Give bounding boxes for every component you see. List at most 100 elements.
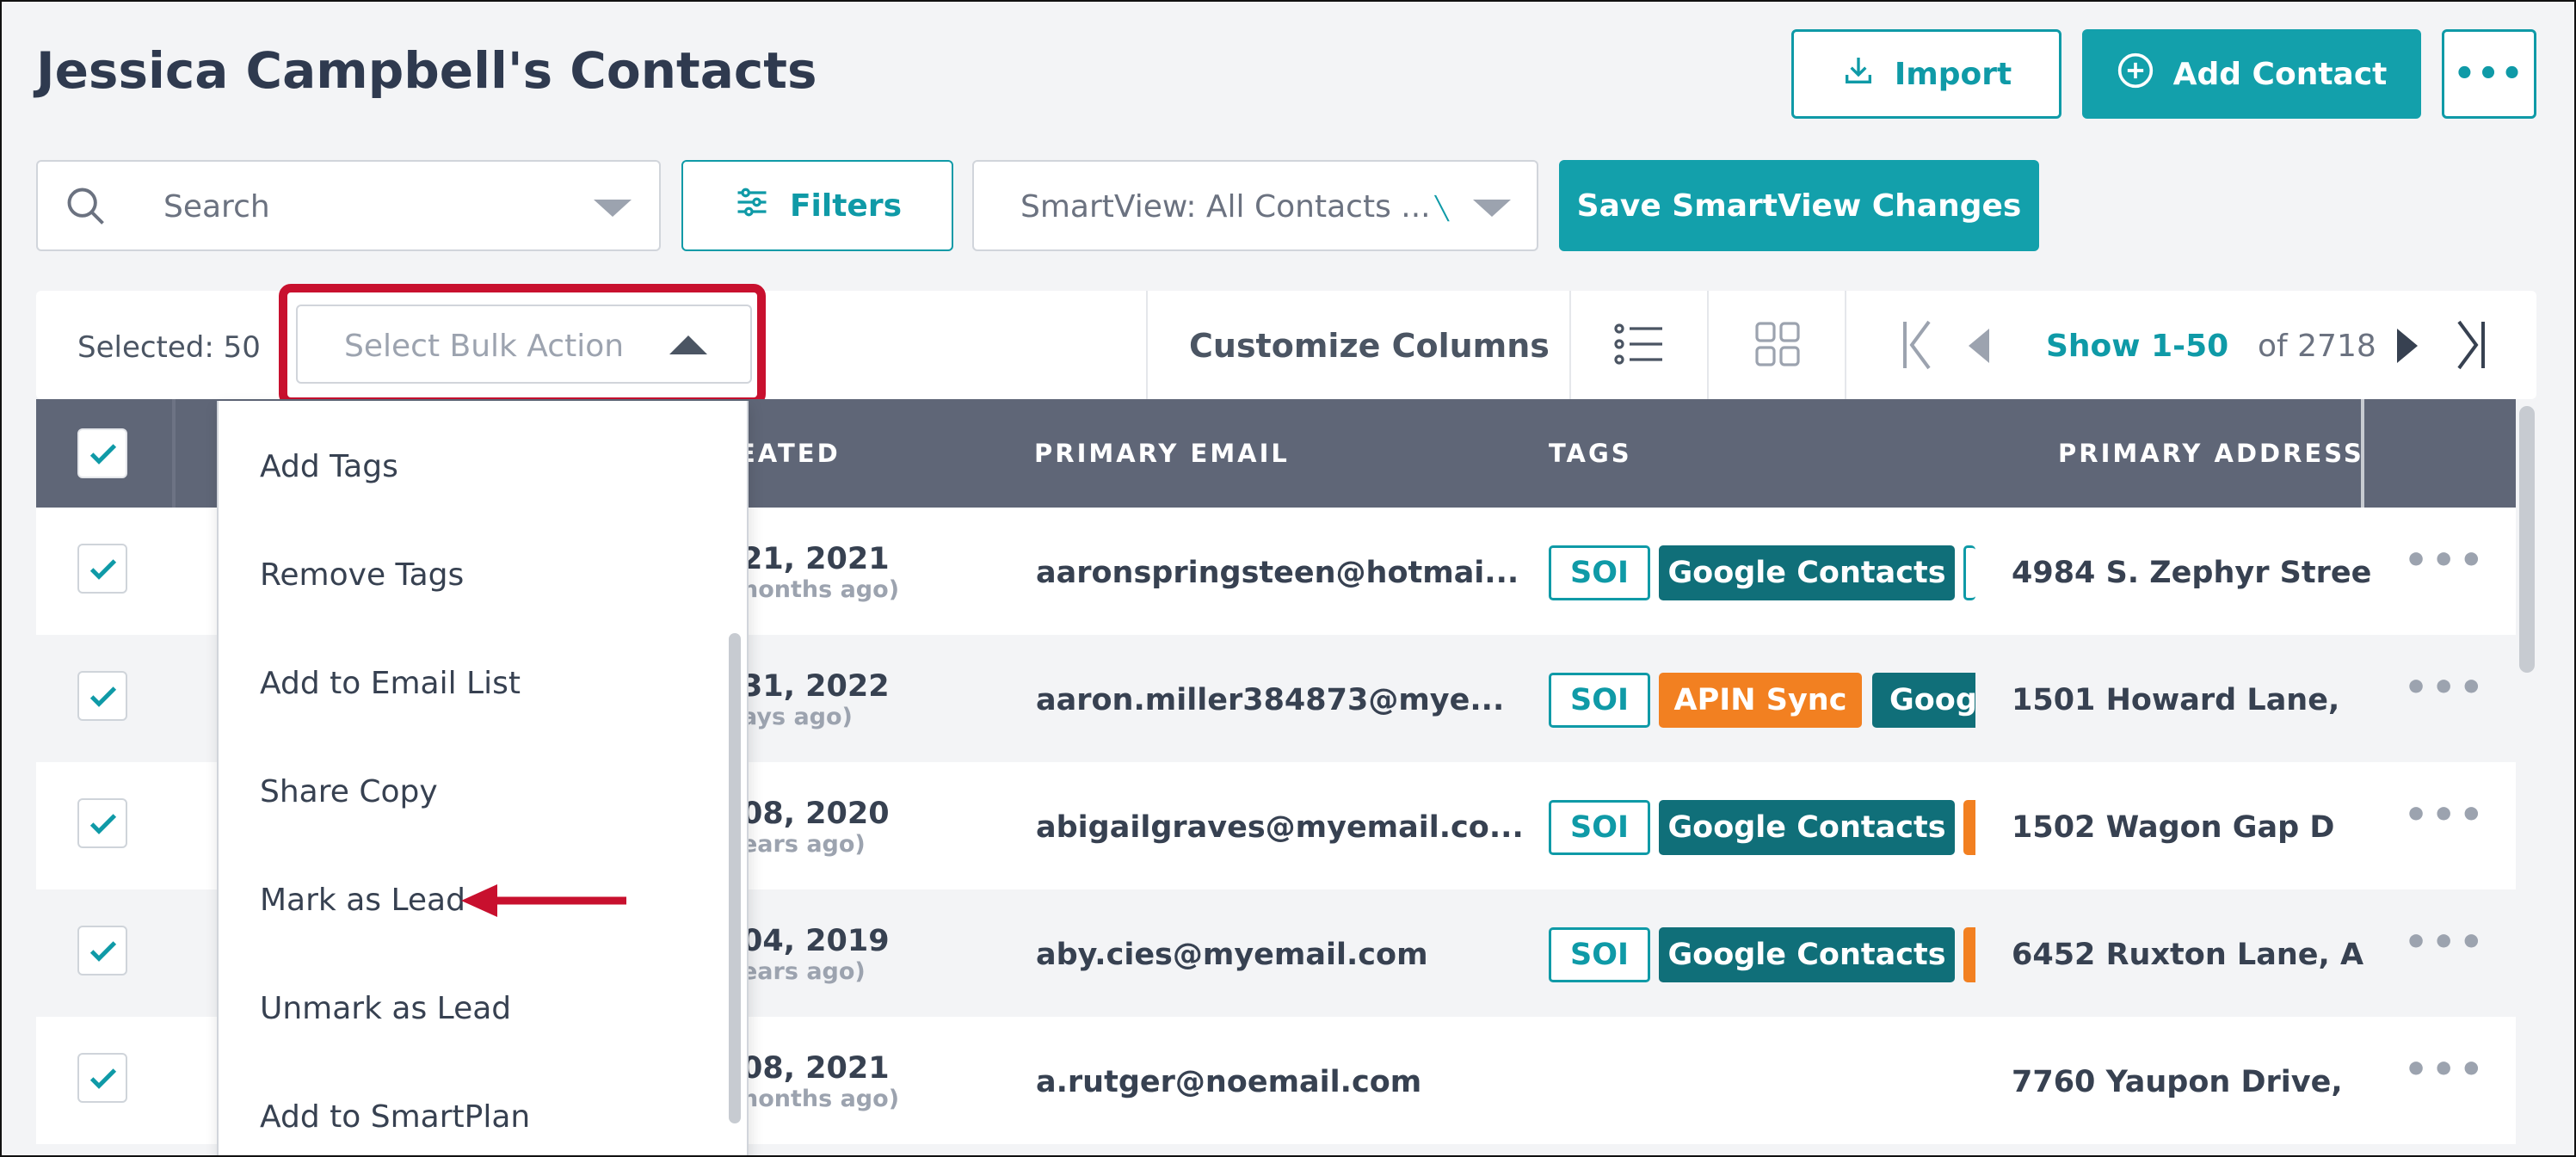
search-box[interactable]: Search: [36, 160, 661, 251]
add-contact-button[interactable]: Add Contact: [2082, 29, 2421, 119]
smartview-select[interactable]: SmartView: All Contacts ... ╲: [972, 160, 1538, 251]
created-date: 31, 2022: [742, 669, 890, 704]
menu-item-add-to-smartplan[interactable]: Add to SmartPlan: [260, 1099, 530, 1135]
created-ago: ears ago): [742, 958, 866, 985]
toolbar-divider: [1707, 291, 1709, 399]
created-ago: nonths ago): [742, 1086, 900, 1112]
menu-item-share-copy[interactable]: Share Copy: [260, 774, 438, 809]
menu-item-unmark-as-lead[interactable]: Unmark as Lead: [260, 991, 511, 1026]
chevron-down-icon[interactable]: [594, 200, 632, 217]
address-cell: 1502 Wagon Gap D: [2012, 810, 2335, 845]
row-checkbox[interactable]: [77, 1053, 127, 1103]
address-cell: 6452 Ruxton Lane, A: [2012, 938, 2364, 972]
created-date: 04, 2019: [742, 924, 890, 958]
bulk-action-menu: Add Tags Remove Tags Add to Email List S…: [217, 401, 749, 1155]
tag-badge: Goog: [1872, 673, 1975, 728]
toolbar-divider: [1569, 291, 1571, 399]
address-cell-clip: 6452 Ruxton Lane, A: [2012, 915, 2392, 993]
check-icon: [89, 814, 117, 834]
bulk-action-highlight: [279, 284, 766, 406]
tag-badge: SOI: [1549, 673, 1650, 728]
check-icon: [89, 444, 117, 465]
tag-badge: [1963, 800, 1975, 855]
tag-badge: SOI: [1549, 545, 1650, 600]
prev-page-icon[interactable]: [1969, 329, 1989, 363]
list-view-icon[interactable]: [1614, 322, 1664, 370]
row-more-icon[interactable]: •••: [2404, 793, 2487, 837]
email-cell[interactable]: abigailgraves@myemail.co...: [1036, 810, 1524, 845]
menu-item-add-to-email-list[interactable]: Add to Email List: [260, 666, 521, 701]
header-divider: [172, 399, 176, 508]
more-icon: •••: [2453, 54, 2525, 94]
filters-label: Filters: [789, 188, 903, 224]
header-tags[interactable]: TAGS: [1549, 439, 1632, 468]
next-page-icon[interactable]: [2397, 329, 2418, 363]
pager-show: Show 1-50: [2046, 329, 2229, 364]
more-options-button[interactable]: •••: [2442, 29, 2536, 119]
tag-badge: APIN Sync: [1659, 673, 1862, 728]
app-window: Jessica Campbell's Contacts Import Add C…: [0, 0, 2576, 1157]
loading-tick-icon: ╲: [1435, 196, 1449, 222]
created-ago: ears ago): [742, 831, 866, 858]
row-more-icon[interactable]: •••: [2404, 920, 2487, 964]
filters-button[interactable]: Filters: [681, 160, 953, 251]
row-more-icon[interactable]: •••: [2404, 1048, 2487, 1092]
last-page-icon[interactable]: [2454, 318, 2488, 375]
check-icon: [89, 941, 117, 962]
row-more-icon[interactable]: •••: [2404, 666, 2487, 710]
email-cell[interactable]: a.rutger@noemail.com: [1036, 1065, 1421, 1099]
customize-columns-button[interactable]: Customize Columns: [1189, 327, 1550, 365]
search-icon: [64, 184, 108, 232]
created-date: 08, 2021: [742, 1051, 890, 1086]
toolbar-divider: [1845, 291, 1846, 399]
import-label: Import: [1894, 56, 2012, 92]
tag-badge: Google Contacts: [1659, 545, 1955, 600]
search-placeholder: Search: [163, 189, 270, 225]
add-contact-label: Add Contact: [2172, 56, 2388, 92]
address-cell-clip: 4984 S. Zephyr Stree: [2012, 533, 2392, 611]
save-smartview-button[interactable]: Save SmartView Changes: [1559, 160, 2039, 251]
check-icon: [89, 686, 117, 707]
menu-scrollbar[interactable]: [729, 633, 741, 1123]
save-smartview-label: Save SmartView Changes: [1576, 188, 2022, 224]
email-cell[interactable]: aby.cies@myemail.com: [1036, 938, 1428, 972]
tag-badge: Google Contacts: [1659, 800, 1955, 855]
tag-badge: Google Contacts: [1659, 927, 1955, 982]
row-checkbox[interactable]: [77, 926, 127, 975]
row-more-icon[interactable]: •••: [2404, 538, 2487, 582]
address-cell-clip: 1501 Howard Lane,: [2012, 661, 2392, 738]
sliders-icon: [733, 183, 771, 229]
header-created[interactable]: EATED: [738, 439, 841, 468]
check-icon: [89, 1068, 117, 1089]
arrow-annotation: [461, 884, 626, 917]
tag-badge: SOI: [1549, 927, 1650, 982]
row-checkbox[interactable]: [77, 671, 127, 721]
menu-item-remove-tags[interactable]: Remove Tags: [260, 557, 464, 593]
smartview-label: SmartView: All Contacts ...: [1020, 189, 1431, 225]
check-icon: [89, 559, 117, 580]
email-cell[interactable]: aaronspringsteen@hotmai...: [1036, 556, 1519, 590]
table-scrollbar[interactable]: [2519, 406, 2535, 673]
address-cell: 1501 Howard Lane,: [2012, 683, 2340, 717]
first-page-icon[interactable]: [1900, 318, 1934, 375]
select-all-checkbox[interactable]: [77, 428, 127, 478]
page-title: Jessica Campbell's Contacts: [36, 41, 817, 100]
row-checkbox[interactable]: [77, 798, 127, 848]
plus-circle-icon: [2117, 52, 2154, 97]
row-checkbox[interactable]: [77, 544, 127, 594]
import-button[interactable]: Import: [1791, 29, 2061, 119]
tag-badge: [1963, 927, 1975, 982]
address-cell: 7760 Yaupon Drive,: [2012, 1065, 2343, 1099]
email-cell[interactable]: aaron.miller384873@mye...: [1036, 683, 1504, 717]
header-primary-address[interactable]: PRIMARY ADDRESS: [2058, 439, 2364, 468]
address-cell-clip: 7760 Yaupon Drive,: [2012, 1043, 2392, 1120]
selected-count: Selected: 50: [77, 330, 261, 365]
address-cell-clip: 1502 Wagon Gap D: [2012, 788, 2392, 865]
menu-item-mark-as-lead[interactable]: Mark as Lead: [260, 883, 465, 918]
grid-view-icon[interactable]: [1753, 320, 1802, 372]
pager-total: of 2718: [2258, 329, 2376, 364]
toolbar-divider: [1146, 291, 1148, 399]
chevron-down-icon: [1473, 200, 1511, 217]
header-primary-email[interactable]: PRIMARY EMAIL: [1034, 439, 1290, 468]
menu-item-add-tags[interactable]: Add Tags: [260, 449, 398, 484]
